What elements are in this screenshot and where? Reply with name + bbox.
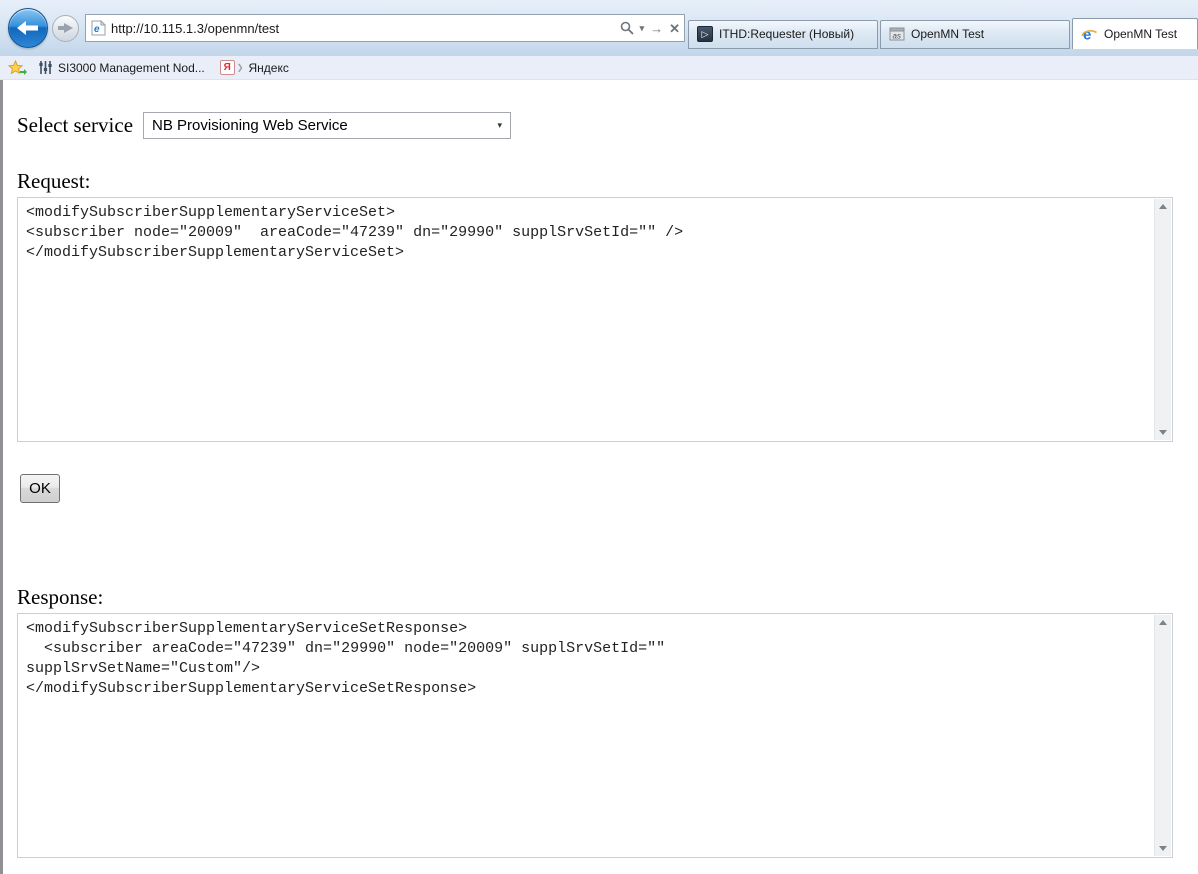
favorite-label: SI3000 Management Nod... — [58, 61, 205, 75]
service-select[interactable]: NB Provisioning Web Service ▾ — [143, 112, 511, 139]
address-bar[interactable]: e http://10.115.1.3/openmn/test ▾ → ✕ — [85, 14, 685, 42]
sliders-icon — [38, 60, 53, 75]
tab-openmn-test-1[interactable]: as OpenMN Test — [880, 20, 1070, 49]
yandex-icon: Я — [220, 60, 235, 75]
add-favorite-star-icon[interactable] — [8, 60, 27, 76]
page-favicon: e — [91, 20, 106, 36]
response-xml-text[interactable]: <modifySubscriberSupplementaryServiceSet… — [19, 615, 1153, 856]
service-select-value: NB Provisioning Web Service — [152, 117, 497, 134]
tab-label: ITHD:Requester (Новый) — [719, 27, 854, 41]
browser-chrome: e http://10.115.1.3/openmn/test ▾ → ✕ ▷ … — [0, 0, 1198, 56]
request-scrollbar[interactable] — [1154, 199, 1171, 440]
tab-label: OpenMN Test — [911, 27, 984, 41]
response-label: Response: — [17, 585, 1198, 610]
search-icon[interactable] — [620, 21, 634, 35]
request-xml-text[interactable]: <modifySubscriberSupplementaryServiceSet… — [19, 199, 1153, 440]
favorite-label: Яндекс — [248, 61, 288, 75]
tab-bar: ▷ ITHD:Requester (Новый) as OpenMN Test … — [688, 8, 1198, 49]
tab-label: OpenMN Test — [1104, 27, 1177, 41]
go-icon[interactable]: → — [650, 22, 663, 35]
svg-text:e: e — [94, 24, 100, 35]
response-scrollbar[interactable] — [1154, 615, 1171, 856]
svg-text:as: as — [893, 32, 901, 41]
forward-arrow-icon — [58, 23, 73, 33]
select-service-label: Select service — [17, 113, 133, 138]
chevron-down-icon: ▾ — [498, 120, 503, 131]
tab-openmn-test-active[interactable]: e OpenMN Test — [1072, 18, 1198, 49]
back-arrow-icon — [17, 21, 39, 35]
response-textarea[interactable]: <modifySubscriberSupplementaryServiceSet… — [17, 613, 1173, 858]
request-textarea[interactable]: <modifySubscriberSupplementaryServiceSet… — [17, 197, 1173, 442]
navigation-bar: e http://10.115.1.3/openmn/test ▾ → ✕ ▷ … — [0, 0, 1198, 41]
ok-button[interactable]: OK — [20, 474, 60, 503]
search-dropdown-icon[interactable]: ▾ — [640, 24, 645, 33]
favorite-yandex[interactable]: Я ❯ Яндекс — [216, 58, 293, 77]
requester-app-icon: ▷ — [697, 26, 713, 42]
asp-page-icon: as — [889, 26, 905, 42]
tab-ithd-requester[interactable]: ▷ ITHD:Requester (Новый) — [688, 20, 878, 49]
favorite-si3000[interactable]: SI3000 Management Nod... — [34, 58, 209, 77]
service-row: Select service NB Provisioning Web Servi… — [17, 112, 1198, 139]
request-label: Request: — [17, 169, 1198, 194]
forward-button[interactable] — [52, 15, 79, 42]
ie-icon: e — [1081, 26, 1098, 42]
address-bar-actions: ▾ → ✕ — [620, 21, 680, 35]
page-content: Select service NB Provisioning Web Servi… — [0, 80, 1198, 874]
favorites-bar: SI3000 Management Nod... Я ❯ Яндекс — [0, 56, 1198, 80]
stop-icon[interactable]: ✕ — [669, 22, 680, 35]
chevron-right-icon: ❯ — [237, 63, 244, 72]
scroll-up-icon[interactable] — [1159, 620, 1167, 625]
url-text[interactable]: http://10.115.1.3/openmn/test — [106, 21, 620, 36]
back-button[interactable] — [8, 8, 48, 48]
svg-text:e: e — [1083, 26, 1091, 42]
scroll-up-icon[interactable] — [1159, 204, 1167, 209]
scroll-down-icon[interactable] — [1159, 846, 1167, 851]
scroll-down-icon[interactable] — [1159, 430, 1167, 435]
